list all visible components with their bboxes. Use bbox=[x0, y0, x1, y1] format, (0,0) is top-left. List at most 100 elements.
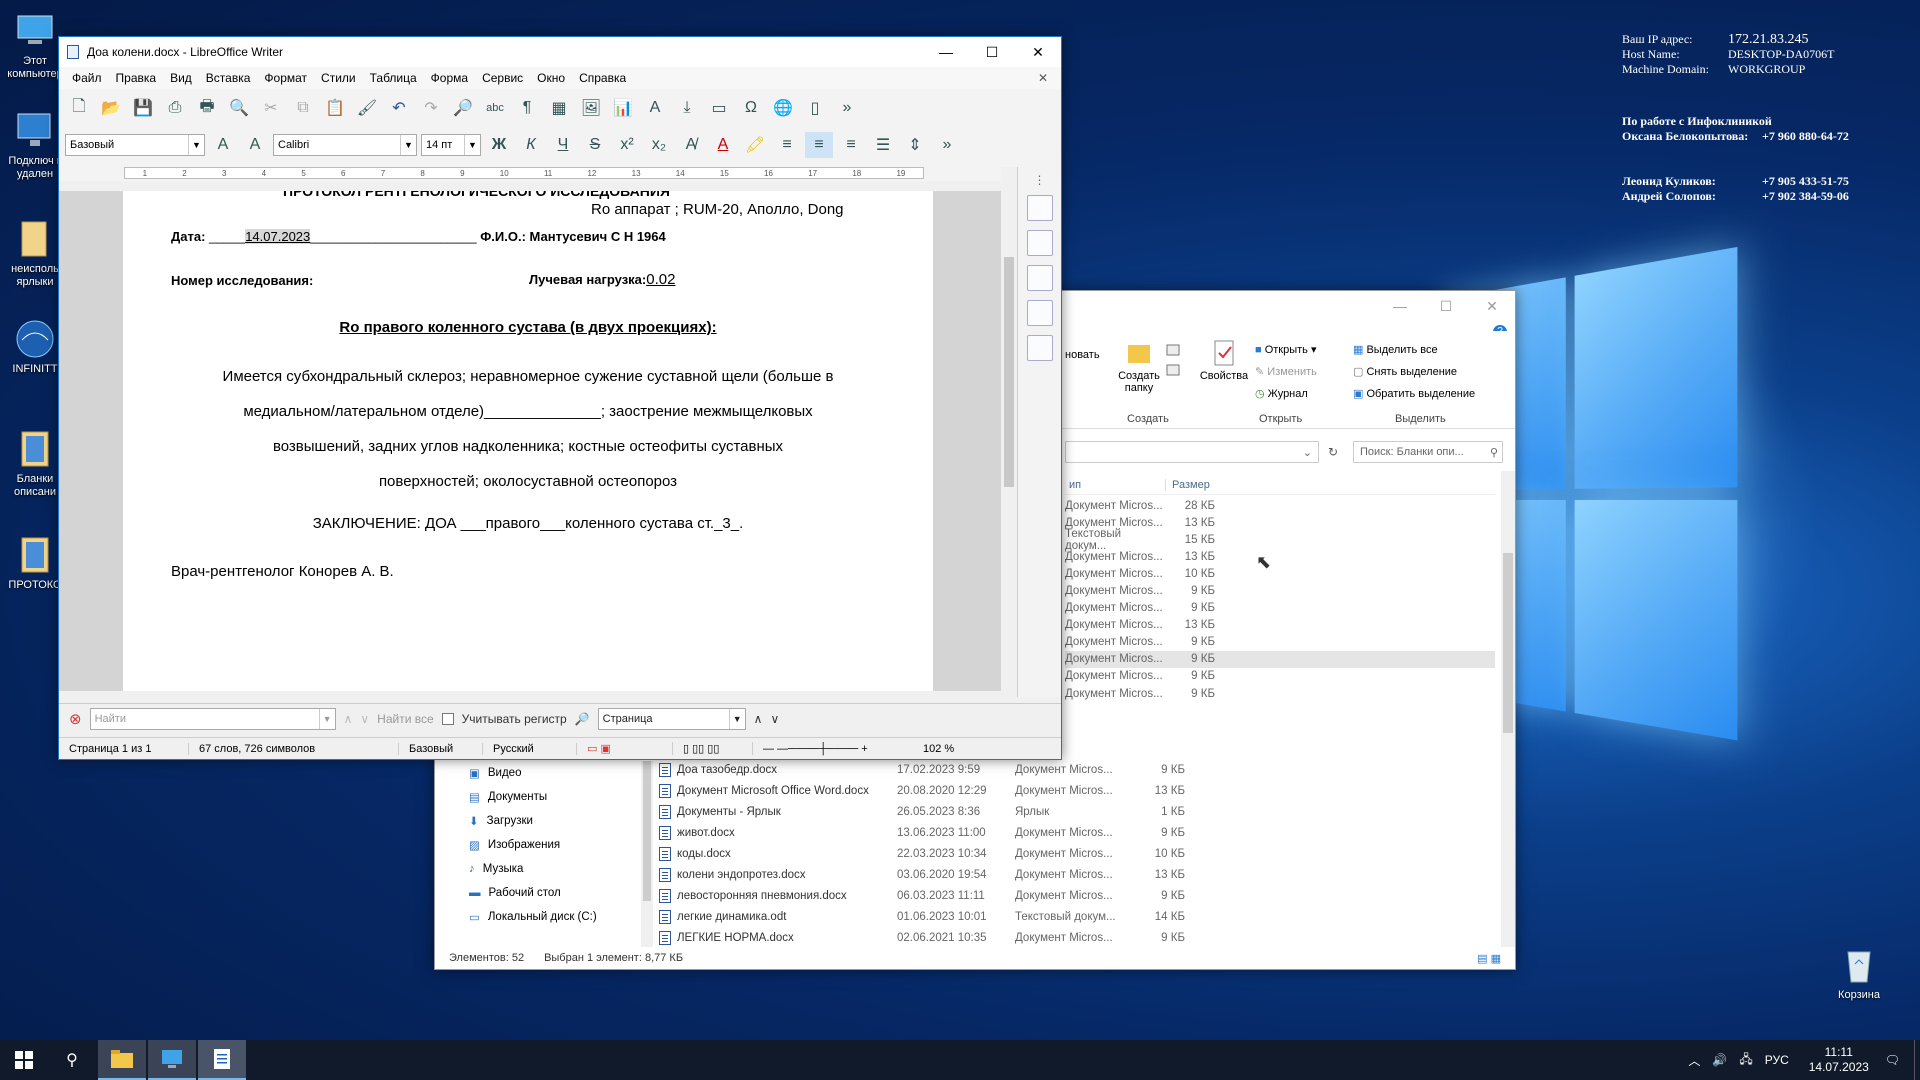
network-icon[interactable]: 🖧 bbox=[1739, 1050, 1752, 1071]
scrollbar-thumb[interactable] bbox=[1004, 257, 1014, 487]
table-row[interactable]: Документ Micros... 9 КБ bbox=[1065, 600, 1495, 617]
chevron-down-icon[interactable]: ▼ bbox=[464, 135, 480, 155]
underline-icon[interactable]: Ч bbox=[549, 132, 577, 158]
close-icon[interactable]: ✕ bbox=[1469, 291, 1515, 321]
properties-button[interactable]: Свойства bbox=[1199, 339, 1249, 382]
view-toggle-icon[interactable]: ▤ ▦ bbox=[1477, 952, 1501, 965]
table-row[interactable]: Документ Micros... 9 КБ bbox=[1065, 650, 1495, 668]
scrollbar-thumb[interactable] bbox=[1503, 553, 1513, 733]
nav-item[interactable]: ▬ Рабочий стол bbox=[435, 881, 645, 905]
maximize-icon[interactable]: ☐ bbox=[1423, 291, 1469, 321]
paragraph-style-combo[interactable]: Базовый ▼ bbox=[65, 134, 205, 156]
cut-icon[interactable]: ✂ bbox=[257, 95, 285, 121]
table-row[interactable]: Документ Micros... 10 КБ bbox=[1065, 565, 1495, 582]
refresh-icon[interactable]: ↻ bbox=[1323, 441, 1343, 463]
edit-button[interactable]: ✎ Изменить bbox=[1255, 361, 1317, 383]
align-right-icon[interactable]: ≡ bbox=[837, 132, 865, 158]
table-row[interactable]: Текстовый докум... 15 КБ bbox=[1065, 528, 1495, 552]
italic-icon[interactable]: К bbox=[517, 132, 545, 158]
chevron-up-icon[interactable]: ︿ bbox=[1688, 1052, 1700, 1069]
strikethrough-icon[interactable]: S bbox=[581, 132, 609, 158]
explorer-scrollbar[interactable] bbox=[1501, 471, 1515, 947]
close-find-icon[interactable]: ⊗ bbox=[69, 710, 82, 728]
clear-formatting-icon[interactable]: A̸ bbox=[677, 132, 705, 158]
table-row[interactable]: Документ Micros... 13 КБ bbox=[1065, 548, 1495, 565]
table-row[interactable]: Документ Microsoft Office Word.docx 20.08… bbox=[655, 780, 1495, 801]
close-icon[interactable]: ✕ bbox=[1015, 37, 1061, 67]
print-preview-icon[interactable]: 🔍 bbox=[225, 95, 253, 121]
print-icon[interactable]: 🖶 bbox=[193, 95, 221, 121]
select-none-button[interactable]: ▢ Снять выделение bbox=[1353, 361, 1475, 383]
superscript-icon[interactable]: x² bbox=[613, 132, 641, 158]
menu-item[interactable]: Окно bbox=[530, 71, 572, 85]
ribbon-partial-button[interactable]: новать bbox=[1065, 349, 1100, 361]
menu-item[interactable]: Сервис bbox=[475, 71, 530, 85]
address-bar[interactable]: ⌄ bbox=[1065, 441, 1319, 463]
insert-image-icon[interactable]: 🖼 bbox=[577, 95, 605, 121]
table-row[interactable]: левосторонняя пневмония.docx 06.03.2023 1… bbox=[655, 885, 1495, 906]
export-pdf-icon[interactable]: ⎙ bbox=[161, 95, 189, 121]
horizontal-ruler[interactable]: 1 2 3 4 5 6 7 8 9 10 11 12 13 14 15 16 17 18 19 bbox=[59, 163, 1061, 181]
hyperlink-icon[interactable]: 🌐 bbox=[769, 95, 797, 121]
search-scope-combo[interactable]: Страница ▼ bbox=[597, 707, 746, 730]
nav-scrollbar[interactable] bbox=[641, 761, 653, 947]
table-row[interactable]: Документы - Ярлык 26.05.2023 8:36 Ярлык 1 К… bbox=[655, 801, 1495, 822]
chevron-down-icon[interactable]: ▼ bbox=[188, 135, 204, 155]
justify-icon[interactable]: ☰ bbox=[869, 132, 897, 158]
nav-scrollbar-thumb[interactable] bbox=[643, 761, 651, 901]
align-left-icon[interactable]: ≡ bbox=[773, 132, 801, 158]
align-center-icon[interactable]: ≡ bbox=[805, 132, 833, 158]
table-row[interactable]: ЛЕГКИЕ НОРМА.docx 02.06.2021 10:35 Докумен… bbox=[655, 927, 1495, 945]
nav-item[interactable]: ⬇ Загрузки bbox=[435, 809, 645, 833]
document-page[interactable]: ПРОТОКОЛ РЕНТГЕНОЛОГИЧЕСКОГО ИССЛЕДОВАНИ… bbox=[123, 191, 933, 691]
insert-table-icon[interactable]: ▦ bbox=[545, 95, 573, 121]
nav-item[interactable]: ▭ Локальный диск (C:) bbox=[435, 905, 645, 929]
nav-item[interactable]: ▨ Изображения bbox=[435, 833, 645, 857]
line-spacing-icon[interactable]: ⇕ bbox=[901, 132, 929, 158]
chevron-down-icon[interactable]: ▼ bbox=[400, 135, 416, 155]
find-replace-icon[interactable]: 🔎 bbox=[449, 95, 477, 121]
find-all-button[interactable]: Найти все bbox=[377, 712, 434, 726]
menu-item[interactable]: Вставка bbox=[199, 71, 258, 85]
menu-item[interactable]: Файл bbox=[65, 71, 109, 85]
paste-icon[interactable]: 📋 bbox=[321, 95, 349, 121]
formatting-marks-icon[interactable]: ¶ bbox=[513, 95, 541, 121]
libreoffice-writer-window[interactable]: Доа колени.docx - LibreOffice Writer — ☐… bbox=[58, 36, 1062, 760]
find-previous-icon[interactable]: ∧ bbox=[344, 712, 353, 726]
new-document-icon[interactable]: 🗋 bbox=[65, 95, 93, 121]
find-input[interactable]: Найти ▼ bbox=[89, 707, 336, 730]
table-row[interactable]: Документ Micros... 9 КБ bbox=[1065, 668, 1495, 685]
new-style-icon[interactable]: A bbox=[241, 132, 269, 158]
nav-item[interactable]: ♪ Музыка bbox=[435, 857, 645, 881]
special-character-icon[interactable]: Ω bbox=[737, 95, 765, 121]
match-case-checkbox[interactable] bbox=[441, 712, 454, 725]
status-page-style[interactable]: Базовый bbox=[399, 742, 483, 755]
table-row[interactable]: Документ Micros... 9 КБ bbox=[1065, 685, 1495, 702]
taskbar-writer[interactable] bbox=[198, 1040, 246, 1080]
properties-panel-icon[interactable] bbox=[1026, 195, 1053, 221]
menu-item[interactable]: Стили bbox=[314, 71, 363, 85]
table-row[interactable]: Документ Micros... 28 КБ bbox=[1065, 497, 1495, 514]
scope-previous-icon[interactable]: ∧ bbox=[754, 712, 763, 726]
start-button[interactable] bbox=[0, 1040, 48, 1080]
column-type-header[interactable]: ип bbox=[1065, 479, 1165, 491]
language-indicator[interactable]: РУС bbox=[1765, 1053, 1789, 1067]
clock[interactable]: 11:11 14.07.2023 bbox=[1799, 1045, 1879, 1075]
minimize-icon[interactable]: — bbox=[1377, 291, 1423, 321]
new-item-icon[interactable] bbox=[1165, 343, 1189, 386]
status-language[interactable]: Русский bbox=[483, 742, 577, 755]
chevron-down-icon[interactable]: ⌄ bbox=[1303, 446, 1312, 459]
update-style-icon[interactable]: A bbox=[209, 132, 237, 158]
menu-item[interactable]: Таблица bbox=[363, 71, 424, 85]
minimize-icon[interactable]: — bbox=[923, 37, 969, 67]
zoom-slider[interactable]: — —────┼──── + bbox=[753, 743, 913, 755]
close-document-icon[interactable]: ✕ bbox=[1031, 71, 1055, 85]
table-row[interactable]: Документ Micros... 13 КБ bbox=[1065, 617, 1495, 634]
maximize-icon[interactable]: ☐ bbox=[969, 37, 1015, 67]
highlight-icon[interactable]: 🖍 bbox=[741, 132, 769, 158]
column-size-header[interactable]: Размер bbox=[1165, 478, 1245, 491]
desktop-icon-recycle-bin[interactable]: Корзина bbox=[1824, 944, 1894, 1002]
table-row[interactable]: живот.docx 13.06.2023 11:00 Документ Micro… bbox=[655, 822, 1495, 843]
chevron-down-icon[interactable]: ▼ bbox=[318, 708, 335, 729]
volume-icon[interactable]: 🔊 bbox=[1712, 1053, 1727, 1067]
